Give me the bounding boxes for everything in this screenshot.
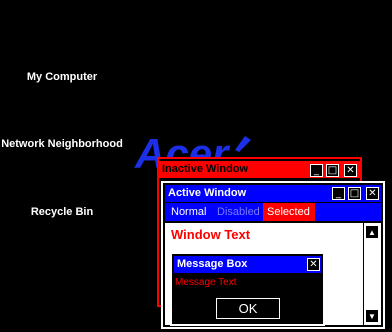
window-text: Window Text	[171, 227, 251, 242]
scroll-down-button[interactable]: ▼	[365, 309, 379, 323]
desktop-icon-my-computer[interactable]: My Computer	[0, 71, 124, 83]
close-button[interactable]: ✕	[344, 164, 357, 177]
scroll-down-icon: ▼	[368, 312, 376, 321]
minimize-icon: _	[314, 165, 319, 176]
maximize-button[interactable]: □	[348, 187, 361, 200]
close-button[interactable]: ✕	[366, 187, 379, 200]
menu-item-normal[interactable]: Normal	[167, 203, 210, 221]
message-box[interactable]: Message Box ✕ Message Text OK	[170, 252, 325, 326]
message-text: Message Text	[175, 277, 237, 288]
logo-swoosh-icon	[235, 136, 251, 152]
maximize-icon: □	[327, 165, 338, 176]
close-icon: ✕	[368, 188, 377, 199]
scroll-up-icon: ▲	[368, 228, 376, 237]
menu-item-selected[interactable]: Selected	[263, 203, 315, 221]
close-button[interactable]: ✕	[307, 258, 320, 271]
desktop-icon-recycle-bin[interactable]: Recycle Bin	[0, 206, 124, 218]
minimize-icon: _	[336, 188, 341, 199]
vertical-scrollbar[interactable]: ▲ ▼	[363, 223, 381, 325]
close-icon: ✕	[309, 259, 318, 270]
minimize-button[interactable]: _	[332, 187, 345, 200]
message-box-title: Message Box	[177, 258, 248, 270]
menu-item-disabled: Disabled	[217, 206, 260, 218]
minimize-button[interactable]: _	[310, 164, 323, 177]
close-icon: ✕	[346, 165, 355, 176]
inactive-window-title: Inactive Window	[162, 163, 249, 175]
desktop-icon-network-neighborhood[interactable]: Network Neighborhood	[0, 138, 130, 150]
maximize-button[interactable]: □	[326, 164, 339, 177]
menu-bar: Normal Disabled Selected	[165, 203, 381, 221]
active-window-title: Active Window	[168, 187, 247, 199]
message-box-titlebar[interactable]: Message Box	[174, 256, 321, 273]
ok-button[interactable]: OK	[216, 298, 280, 319]
maximize-icon: □	[349, 188, 360, 199]
scroll-up-button[interactable]: ▲	[365, 225, 379, 239]
